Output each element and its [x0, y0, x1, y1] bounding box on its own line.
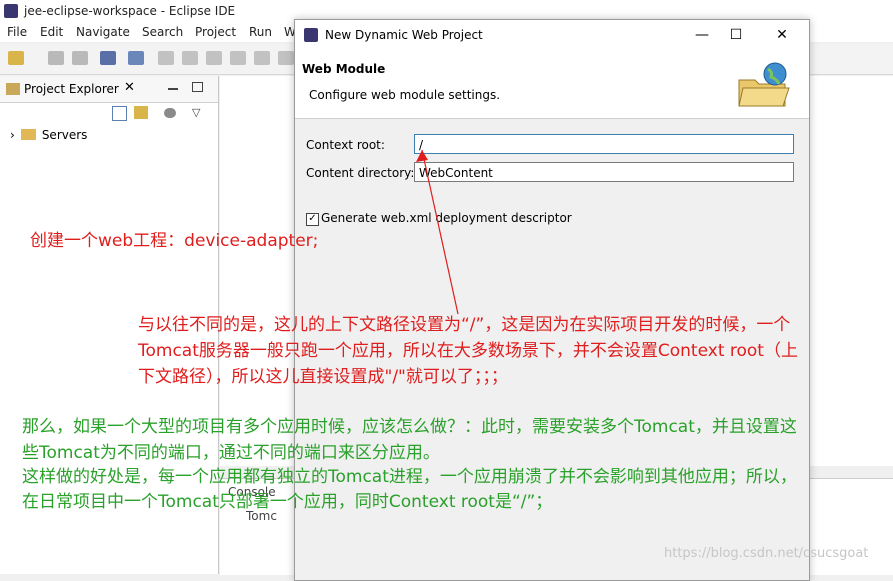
annotation-red-2-line-3: 下文路径），所以这儿直接设置成"/"就可以了；；；: [138, 367, 508, 387]
annotation-green-line-4: 在日常项目中一个Tomcat只部署一个应用，同时Context root是“/”…: [22, 492, 553, 512]
annotation-green-line-1: 那么，如果一个大型的项目有多个应用时候，应该怎么做？：此时，需要安装多个Tomc…: [22, 417, 797, 437]
annotation-red-2-line-2: Tomcat服务器一般只跑一个应用，所以在大多数场景下，并不会设置Context…: [138, 341, 798, 361]
annotation-green-line-3: 这样做的好处是，每一个应用都有独立的Tomcat进程，一个应用崩溃了并不会影响到…: [22, 467, 797, 487]
annotation-green-line-2: 些Tomcat为不同的端口，通过不同的端口来区分应用。: [22, 443, 440, 463]
annotation-red-1: 创建一个web工程：device-adapter;: [30, 231, 319, 251]
watermark: https://blog.csdn.net/csucsgoat: [664, 546, 869, 561]
annotation-red-2-line-1: 与以往不同的是，这儿的上下文路径设置为“/”，这是因为在实际项目开发的时候，一个: [138, 315, 791, 335]
annotation-arrow-head: [416, 150, 428, 162]
annotation-arrow-line: [421, 149, 459, 315]
